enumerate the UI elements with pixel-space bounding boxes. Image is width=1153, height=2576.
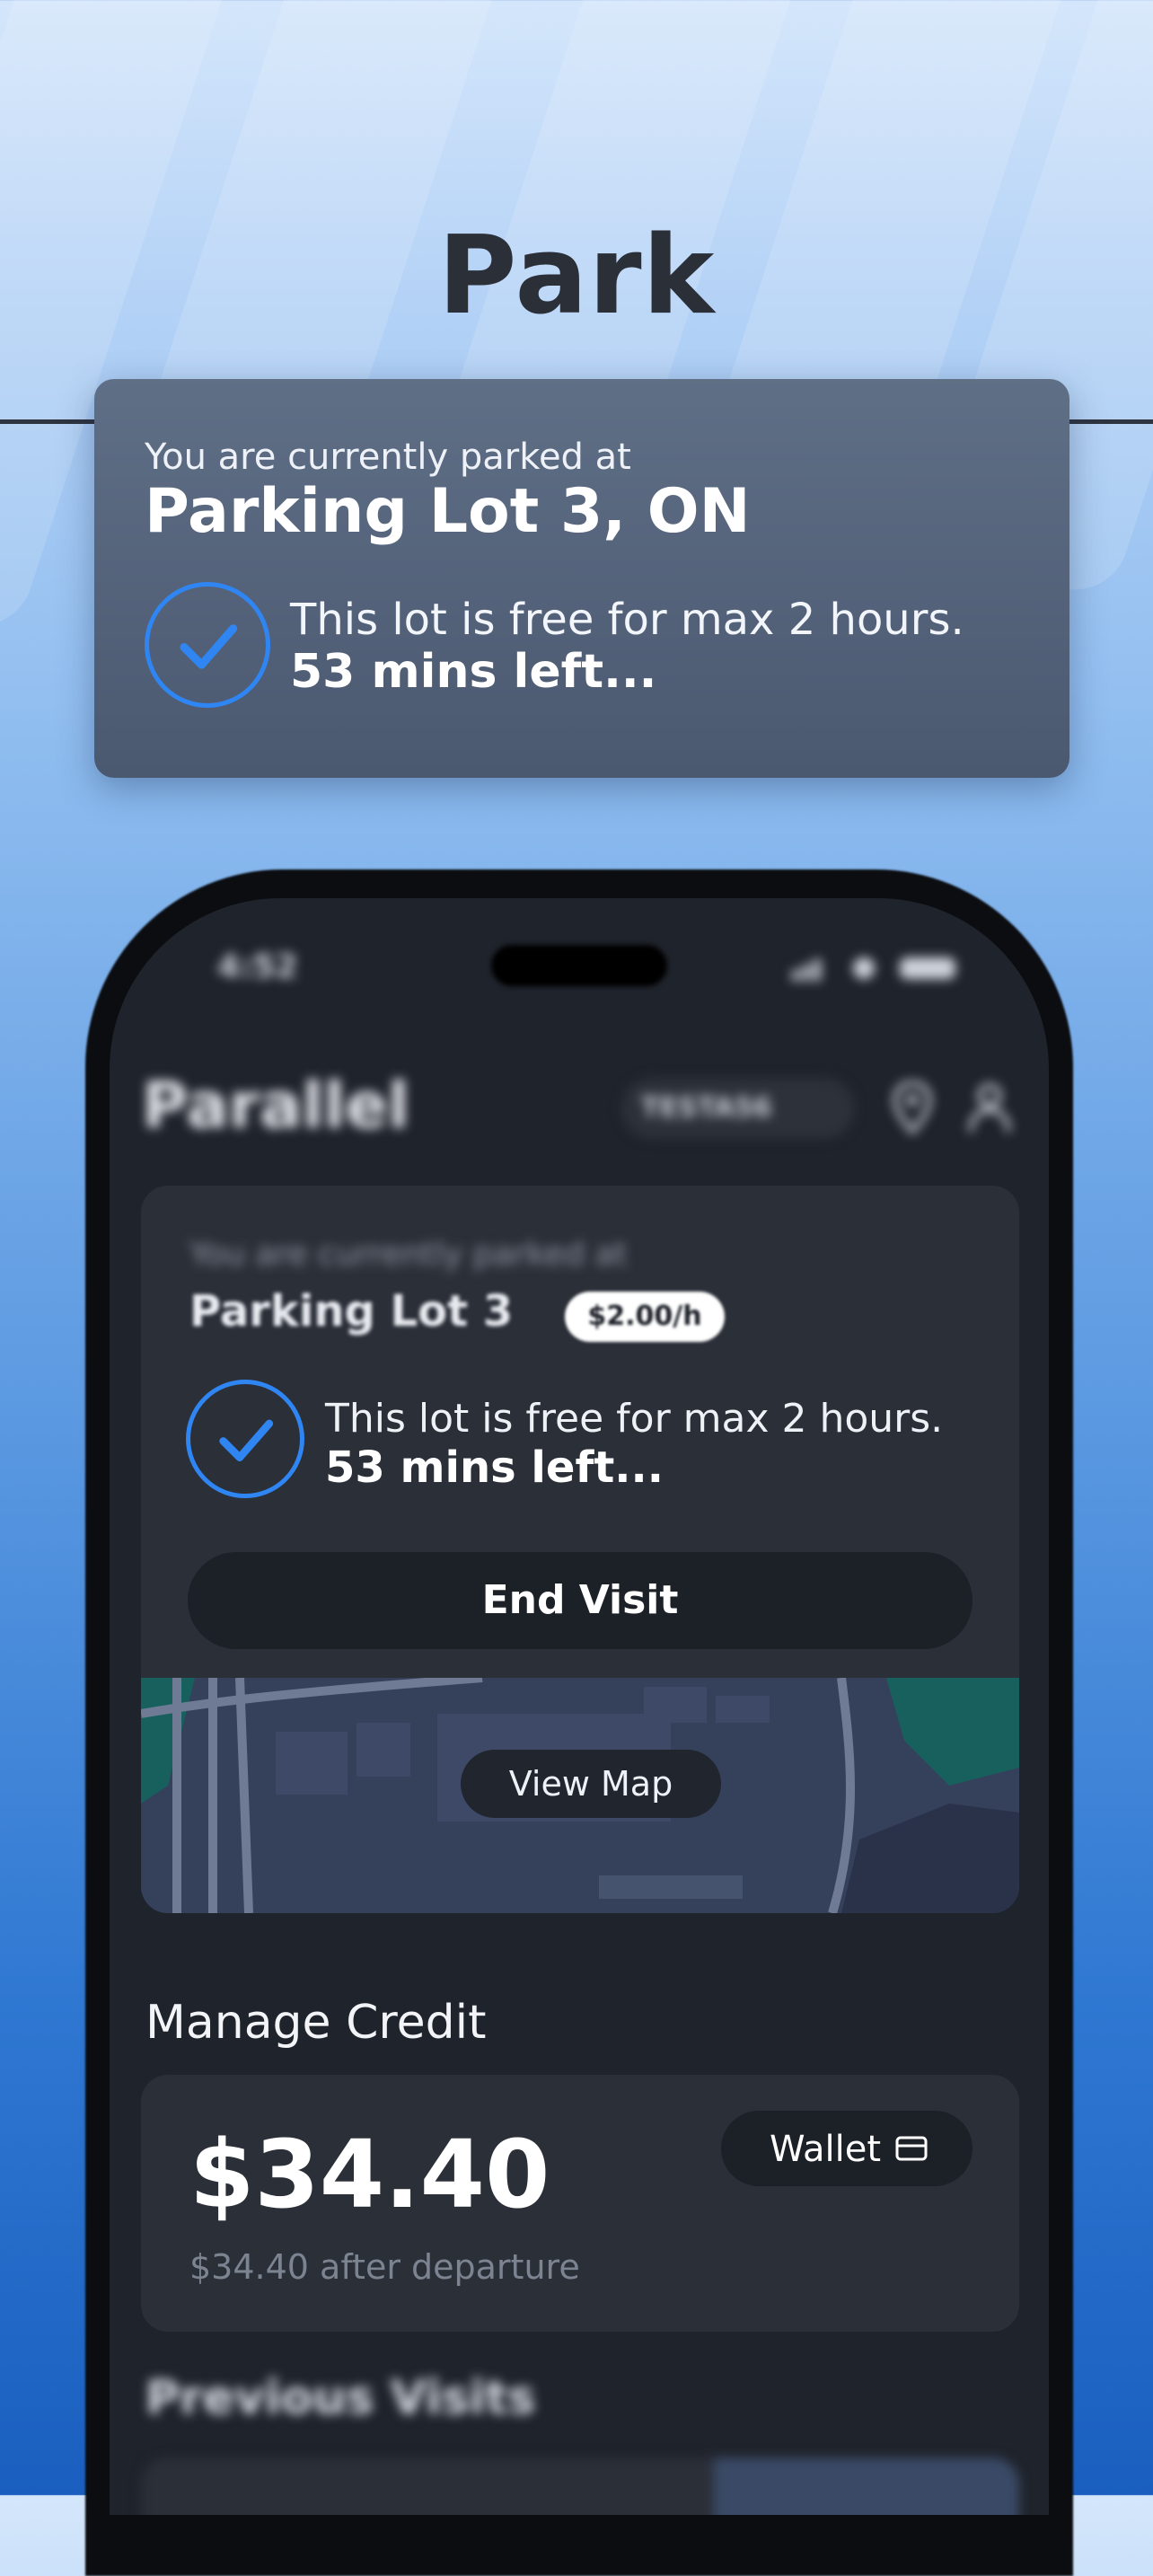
current-parking-card: You are currently parked at Parking Lot …: [94, 379, 1069, 778]
free-limit-text: This lot is free for max 2 hours.: [325, 1396, 944, 1442]
parked-at-label: You are currently parked at: [189, 1236, 628, 1273]
divider-left: [0, 419, 99, 424]
time-left-text: 53 mins left...: [290, 645, 657, 699]
dynamic-island: [491, 945, 667, 986]
check-circle-icon: [145, 582, 270, 708]
wallet-button[interactable]: Wallet: [721, 2111, 973, 2186]
profile-icon[interactable]: [967, 1081, 1012, 1134]
parking-status-card: You are currently parked at Parking Lot …: [141, 1186, 1019, 1913]
credit-card-panel: $34.40 $34.40 after departure Wallet: [141, 2075, 1019, 2332]
location-pin-icon[interactable]: [893, 1081, 932, 1134]
free-limit-text: This lot is free for max 2 hours.: [290, 595, 964, 645]
time-left-text: 53 mins left...: [325, 1442, 664, 1493]
parking-lot-name: Parking Lot 3, ON: [145, 476, 751, 547]
previous-visit-card[interactable]: [141, 2457, 1019, 2515]
manage-credit-heading: Manage Credit: [145, 1996, 487, 2050]
plate-label: TESTA56: [641, 1092, 772, 1124]
wallet-label: Wallet: [770, 2129, 882, 2170]
price-badge: $2.00/h: [565, 1292, 725, 1342]
app-logo: Parallel: [142, 1069, 409, 1142]
parked-at-label: You are currently parked at: [145, 437, 631, 478]
license-plate-button[interactable]: TESTA56: [621, 1078, 855, 1139]
parking-lot-name: Parking Lot 3: [189, 1286, 514, 1337]
card-icon: [895, 2136, 928, 2161]
page-title: Park: [437, 214, 716, 339]
end-visit-button[interactable]: End Visit: [188, 1552, 973, 1649]
after-departure-text: $34.40 after departure: [189, 2247, 580, 2287]
status-icons: [792, 957, 955, 981]
credit-amount: $34.40: [189, 2120, 550, 2229]
check-circle-icon: [186, 1380, 304, 1498]
previous-visits-heading: Previous Visits: [145, 2371, 536, 2425]
status-time: 4:52: [217, 948, 298, 985]
phone-screen: 4:52 Parallel TESTA56 You are currently …: [110, 898, 1049, 2515]
view-map-button[interactable]: View Map: [461, 1750, 721, 1818]
map-preview[interactable]: View Map: [141, 1678, 1019, 1913]
divider-right: [1067, 419, 1153, 424]
